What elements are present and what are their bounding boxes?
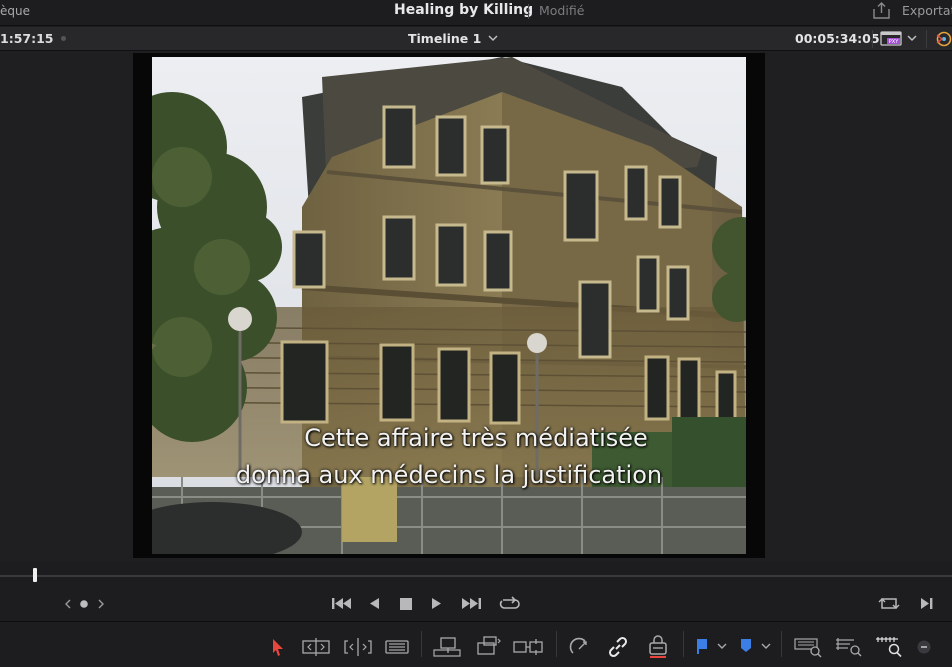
divider <box>683 631 684 657</box>
divider <box>926 30 927 48</box>
selection-arrow-icon[interactable] <box>270 637 286 657</box>
insert-clip-icon[interactable] <box>432 636 462 658</box>
title-bar: èque Healing by Killing Modifié Exportat… <box>0 0 952 26</box>
zoom-full-icon[interactable] <box>793 636 823 658</box>
subtitle-line-2: donna aux médecins la justification <box>235 461 663 489</box>
viewer-header: 1:57:15 Timeline 1 00:05:34:05 PXY <box>0 27 952 51</box>
blade-icon[interactable] <box>385 639 409 655</box>
stop-icon[interactable] <box>399 597 413 611</box>
svg-text:PXY: PXY <box>889 39 899 45</box>
subtitle-line-1: Cette affaire très médiatisée <box>304 424 648 452</box>
linked-selection-icon[interactable] <box>607 636 629 658</box>
chevron-down-icon[interactable] <box>906 33 918 43</box>
timeline-selector[interactable]: Timeline 1 <box>408 31 481 46</box>
playhead-handle[interactable] <box>33 568 37 582</box>
loop-icon[interactable] <box>498 595 520 612</box>
jog-dot-icon[interactable] <box>79 599 89 609</box>
divider <box>556 631 557 657</box>
replace-clip-icon[interactable] <box>512 636 544 658</box>
zoom-custom-icon[interactable] <box>874 636 904 658</box>
snapping-icon[interactable] <box>568 636 590 658</box>
last-frame-icon[interactable] <box>460 596 482 611</box>
timeline-timecode: 00:05:34:05 <box>795 31 880 46</box>
modified-status: Modifié <box>539 3 585 18</box>
color-wheel-icon[interactable] <box>933 30 952 48</box>
overwrite-clip-icon[interactable] <box>474 635 502 657</box>
position-lock-icon[interactable] <box>647 635 669 659</box>
flag-icon[interactable] <box>694 637 710 655</box>
edit-toolbar <box>0 623 952 667</box>
jog-right-icon[interactable] <box>96 598 106 610</box>
divider <box>872 30 873 48</box>
transport-controls <box>0 590 952 622</box>
jog-left-icon[interactable] <box>63 598 73 610</box>
zoom-detail-icon[interactable] <box>834 636 864 658</box>
media-library-tab[interactable]: èque <box>0 4 30 18</box>
scrubber-bar[interactable] <box>0 562 952 590</box>
marker-icon[interactable] <box>738 637 754 655</box>
divider <box>781 631 782 657</box>
first-frame-icon[interactable] <box>331 596 353 611</box>
trim-edit-icon[interactable] <box>301 637 331 657</box>
project-title: Healing by Killing <box>394 2 534 18</box>
chevron-down-icon[interactable] <box>716 641 728 651</box>
chevron-down-icon[interactable] <box>487 33 499 43</box>
zoom-out-icon[interactable] <box>916 639 932 655</box>
title-divider <box>528 4 529 19</box>
proxy-film-icon[interactable]: PXY <box>880 30 902 47</box>
match-frame-icon[interactable] <box>878 595 900 612</box>
dynamic-trim-icon[interactable] <box>343 637 373 657</box>
chevron-down-icon[interactable] <box>760 641 772 651</box>
play-icon[interactable] <box>430 596 443 611</box>
divider <box>421 631 422 657</box>
play-reverse-icon[interactable] <box>368 596 381 611</box>
export-icon[interactable] <box>872 1 891 20</box>
source-timecode: 1:57:15 <box>0 31 54 46</box>
next-clip-icon[interactable] <box>919 596 935 611</box>
export-button[interactable]: Exportati <box>902 3 952 18</box>
status-dot <box>61 36 66 41</box>
scrubber-track[interactable] <box>0 575 952 577</box>
